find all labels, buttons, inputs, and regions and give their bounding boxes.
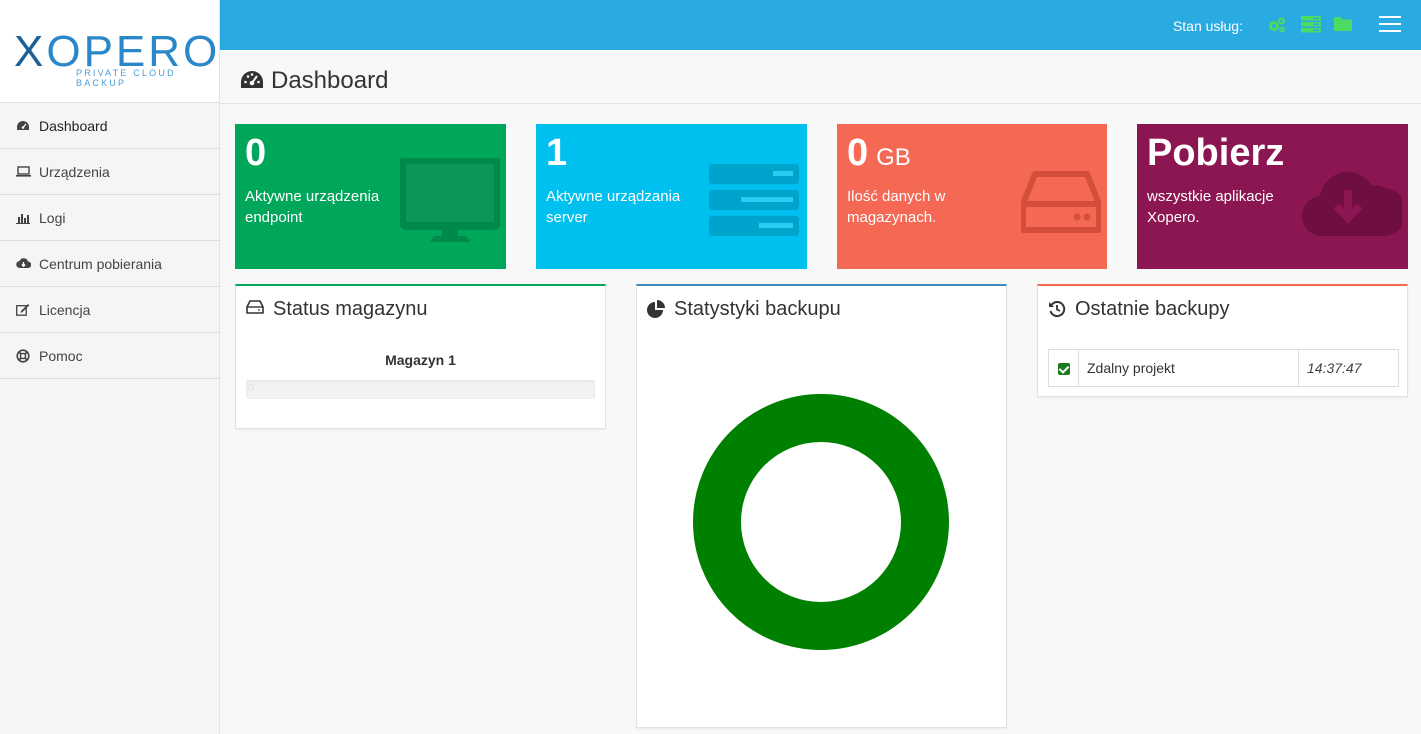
cloud-download-icon [1301, 164, 1408, 241]
status-cell [1048, 349, 1079, 387]
storage-name: Magazyn 1 [385, 352, 456, 368]
sidebar-item-label: Dashboard [39, 117, 108, 134]
sidebar-item-pomoc[interactable]: Pomoc [0, 333, 219, 379]
tile-value-number: 0 [847, 132, 869, 174]
sidebar-item-label: Urządzenia [39, 163, 110, 180]
sidebar-item-licencja[interactable]: Licencja [0, 287, 219, 333]
tile-value-number: 1 [546, 132, 568, 174]
folder-icon[interactable] [1334, 16, 1352, 36]
tile-value-unit: GB [876, 144, 911, 171]
tile-server-devices[interactable]: 1 Aktywne urządzania server [536, 124, 807, 269]
tile-label: Ilość danych w magazynach. [847, 188, 946, 226]
service-status-label: Stan usług: [1172, 18, 1243, 34]
storage-progress-bar: 0 [246, 380, 595, 399]
tile-label: wszystkie aplikacje Xopero. [1147, 188, 1274, 226]
panel-recent-backups: Ostatnie backupy Zdalny projekt 14:37:47 [1037, 284, 1408, 397]
dashboard-icon [240, 70, 264, 95]
sidebar-item-label: Licencja [39, 301, 91, 318]
tile-value: 0 GB [847, 132, 911, 175]
panel-backup-stats: Statystyki backupu [636, 284, 1007, 728]
life-ring-icon [15, 348, 31, 363]
history-icon [1048, 300, 1066, 323]
panel-title: Status magazynu [273, 298, 428, 320]
tile-label: Aktywne urządzania server [546, 188, 681, 226]
sidebar-item-urzadzenia[interactable]: Urządzenia [0, 149, 219, 195]
donut-slice [693, 394, 949, 650]
tile-value: Pobierz [1147, 132, 1284, 175]
hard-drive-icon [1020, 170, 1102, 241]
sidebar-item-logi[interactable]: Logi [0, 195, 219, 241]
gears-icon[interactable] [1267, 16, 1287, 39]
tile-endpoint-devices[interactable]: 0 Aktywne urządzenia endpoint [235, 124, 506, 269]
laptop-icon [15, 165, 31, 179]
bar-chart-icon [15, 211, 31, 225]
sidebar-item-label: Pomoc [39, 347, 83, 364]
tile-value: 0 [245, 132, 266, 175]
tile-label: Aktywne urządzenia endpoint [245, 188, 380, 226]
logo[interactable]: XOPERO PRIVATE CLOUD BACKUP [0, 0, 219, 103]
server-stack-icon [709, 164, 801, 243]
monitor-icon [398, 156, 502, 249]
panel-title: Statystyki backupu [674, 298, 841, 320]
backup-time: 14:37:47 [1298, 349, 1399, 387]
page-title: Dashboard [271, 67, 389, 94]
logo-x: X [14, 27, 47, 76]
checked-icon [1057, 363, 1070, 376]
top-bar: Stan usług: [220, 0, 1421, 50]
table-row[interactable]: Zdalny projekt 14:37:47 [1048, 349, 1399, 387]
tile-value-number: 0 [245, 132, 267, 174]
tile-storage-data[interactable]: 0 GB Ilość danych w magazynach. [837, 124, 1107, 269]
sidebar-item-label: Centrum pobierania [39, 255, 162, 272]
tile-value: 1 [546, 132, 567, 175]
sidebar-item-centrum-pobierania[interactable]: Centrum pobierania [0, 241, 219, 287]
tile-value-number: Pobierz [1147, 132, 1285, 174]
cloud-download-icon [15, 257, 31, 271]
hamburger-icon[interactable] [1379, 16, 1401, 32]
progress-value: 0 [248, 382, 255, 394]
panel-title: Ostatnie backupy [1075, 298, 1230, 320]
page-header: Dashboard [220, 50, 1421, 104]
pie-chart-icon [647, 300, 665, 323]
sidebar: XOPERO PRIVATE CLOUD BACKUP Dashboard Ur… [0, 0, 220, 734]
hdd-icon [246, 300, 264, 319]
tile-download-apps[interactable]: Pobierz wszystkie aplikacje Xopero. [1137, 124, 1408, 269]
backup-name: Zdalny projekt [1078, 349, 1299, 387]
server-icon[interactable] [1301, 16, 1321, 38]
edit-icon [15, 303, 31, 317]
recent-backups-table: Zdalny projekt 14:37:47 [1048, 349, 1399, 387]
panel-storage-status: Status magazynu Magazyn 1 0 [235, 284, 606, 429]
logo-tagline: PRIVATE CLOUD BACKUP [76, 68, 176, 88]
sidebar-item-dashboard[interactable]: Dashboard [0, 103, 219, 149]
sidebar-item-label: Logi [39, 209, 66, 226]
backup-donut-chart [693, 394, 949, 650]
dashboard-icon [15, 119, 31, 133]
